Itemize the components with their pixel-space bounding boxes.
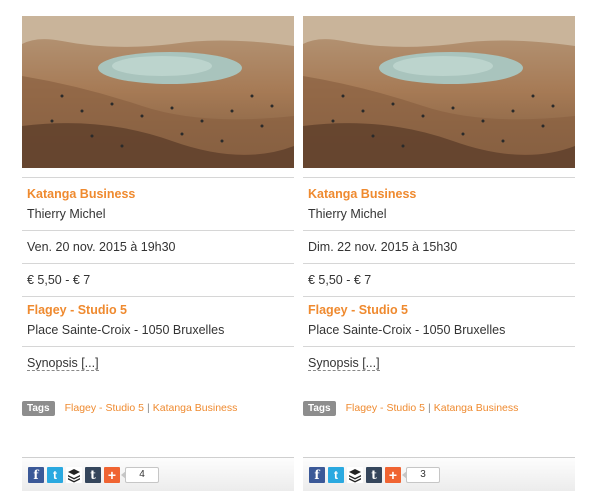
event-venue-row: Flagey - Studio 5 Place Sainte-Croix - 1… [303, 297, 575, 347]
event-address: Place Sainte-Croix - 1050 Bruxelles [308, 323, 506, 337]
tags-bar: Tags Flagey - Studio 5 | Katanga Busines… [22, 399, 294, 417]
event-price-row: € 5,50 - € 7 [22, 264, 294, 297]
share-toolbar: f t t + 3 [303, 457, 575, 491]
share-count: 4 [121, 466, 159, 483]
tag-separator: | [147, 402, 150, 414]
facebook-icon[interactable]: f [28, 466, 44, 483]
mine-photo-image [303, 16, 575, 168]
event-card: Katanga Business Thierry Michel Ven. 20 … [22, 16, 294, 491]
event-datetime: Dim. 22 nov. 2015 à 15h30 [308, 240, 458, 254]
tag-link-venue[interactable]: Flagey - Studio 5 [65, 402, 144, 414]
event-datetime-row: Ven. 20 nov. 2015 à 19h30 [22, 231, 294, 264]
event-price: € 5,50 - € 7 [27, 273, 91, 287]
mine-photo-image [22, 16, 294, 168]
event-photo[interactable] [22, 16, 294, 168]
facebook-icon[interactable]: f [309, 466, 325, 483]
addthis-plus-icon[interactable]: + [385, 466, 401, 483]
tag-link-title[interactable]: Katanga Business [434, 402, 519, 414]
event-datetime: Ven. 20 nov. 2015 à 19h30 [27, 240, 176, 254]
event-price: € 5,50 - € 7 [308, 273, 372, 287]
event-synopsis-row: Synopsis [...] [303, 347, 575, 375]
event-details: Katanga Business Thierry Michel Ven. 20 … [22, 177, 294, 375]
event-venue-link[interactable]: Flagey - Studio 5 [27, 300, 289, 320]
event-director: Thierry Michel [27, 207, 106, 221]
tumblr-icon[interactable]: t [366, 466, 382, 483]
twitter-icon[interactable]: t [47, 466, 63, 483]
event-title-link[interactable]: Katanga Business [27, 184, 289, 204]
event-venue-row: Flagey - Studio 5 Place Sainte-Croix - 1… [22, 297, 294, 347]
synopsis-link[interactable]: Synopsis [...] [308, 356, 380, 371]
synopsis-link[interactable]: Synopsis [...] [27, 356, 99, 371]
addthis-plus-icon[interactable]: + [104, 466, 120, 483]
tags-label: Tags [22, 400, 55, 416]
event-photo[interactable] [303, 16, 575, 168]
event-title-row: Katanga Business Thierry Michel [22, 178, 294, 231]
twitter-icon[interactable]: t [328, 466, 344, 483]
tags-bar: Tags Flagey - Studio 5 | Katanga Busines… [303, 399, 575, 417]
event-details: Katanga Business Thierry Michel Dim. 22 … [303, 177, 575, 375]
event-price-row: € 5,50 - € 7 [303, 264, 575, 297]
event-address: Place Sainte-Croix - 1050 Bruxelles [27, 323, 225, 337]
buffer-icon[interactable] [66, 466, 82, 483]
tumblr-icon[interactable]: t [85, 466, 101, 483]
event-director: Thierry Michel [308, 207, 387, 221]
tag-link-title[interactable]: Katanga Business [153, 402, 238, 414]
event-title-row: Katanga Business Thierry Michel [303, 178, 575, 231]
tag-separator: | [428, 402, 431, 414]
event-venue-link[interactable]: Flagey - Studio 5 [308, 300, 570, 320]
event-title-link[interactable]: Katanga Business [308, 184, 570, 204]
event-card: Katanga Business Thierry Michel Dim. 22 … [303, 16, 575, 491]
event-datetime-row: Dim. 22 nov. 2015 à 15h30 [303, 231, 575, 264]
event-synopsis-row: Synopsis [...] [22, 347, 294, 375]
share-toolbar: f t t + 4 [22, 457, 294, 491]
tag-link-venue[interactable]: Flagey - Studio 5 [346, 402, 425, 414]
buffer-icon[interactable] [347, 466, 363, 483]
share-count: 3 [402, 466, 440, 483]
tags-label: Tags [303, 400, 336, 416]
